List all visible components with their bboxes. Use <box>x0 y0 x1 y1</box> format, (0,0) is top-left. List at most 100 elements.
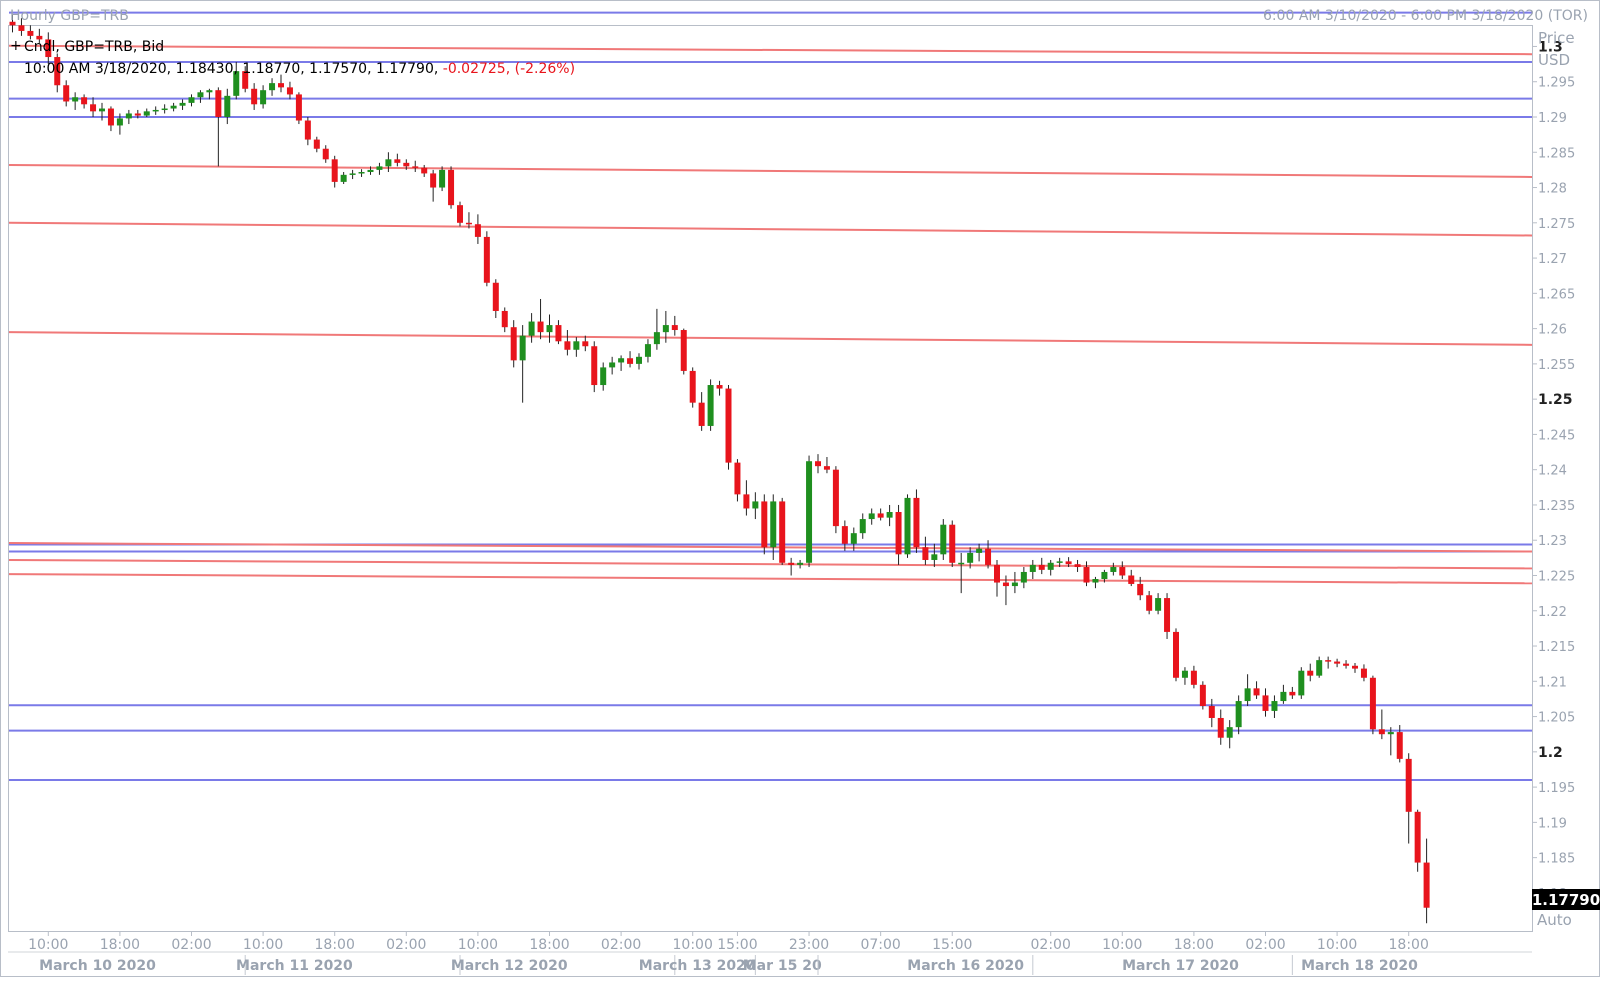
candle-body <box>1226 727 1233 738</box>
date-label: March 18 2020 <box>1301 958 1418 974</box>
candle <box>940 519 947 560</box>
candle-body <box>1423 862 1430 908</box>
candle-body <box>1253 688 1260 696</box>
price-tick-label: 1.29 <box>1538 111 1567 126</box>
date-label: March 12 2020 <box>451 958 568 974</box>
candle-body <box>1262 695 1269 711</box>
candle-body <box>313 139 320 149</box>
date-range: 6:00 AM 3/10/2020 - 6:00 PM 3/18/2020 (T… <box>1263 8 1588 24</box>
candle-body <box>707 385 714 426</box>
candle-body <box>976 548 983 553</box>
candle <box>832 466 839 534</box>
candle-body <box>278 83 284 88</box>
candle-body <box>537 321 544 333</box>
legend-series: Cndl, GBP=TRB, Bid <box>24 39 164 55</box>
auto-scale-button[interactable]: Auto <box>1537 911 1572 929</box>
candle-body <box>994 564 1000 583</box>
candle-body <box>1378 729 1385 735</box>
candle-body <box>1334 661 1341 664</box>
price-tick-label: 1.27 <box>1538 252 1567 267</box>
candle-body <box>367 169 374 173</box>
candle-body <box>1092 579 1099 583</box>
candle-body <box>1083 567 1090 583</box>
candle-body <box>322 148 329 160</box>
candle-body <box>483 236 490 283</box>
time-tick-label: 02:00 <box>1245 937 1285 953</box>
time-tick-label: 07:00 <box>860 937 900 953</box>
time-tick-label: 23:00 <box>789 937 829 953</box>
candle-body <box>197 92 204 98</box>
candle-body <box>170 105 177 109</box>
candle-body <box>1289 691 1296 696</box>
candle-body <box>215 90 222 117</box>
candle <box>779 497 786 565</box>
candle-body <box>27 30 34 36</box>
candle-body <box>1101 571 1108 580</box>
candle-body <box>886 512 893 518</box>
candle-body <box>510 327 517 361</box>
candle-body <box>734 462 741 495</box>
price-tick-label: 1.205 <box>1538 711 1575 726</box>
candle-body <box>555 325 562 342</box>
time-tick-label: 18:00 <box>1389 937 1429 953</box>
candle-body <box>1244 688 1251 702</box>
date-label: Mar 15 20 <box>743 958 822 974</box>
candle <box>725 385 732 470</box>
time-tick-label: 15:00 <box>932 937 972 953</box>
candle-body <box>1038 564 1045 570</box>
candle-body <box>1369 677 1376 730</box>
candle-body <box>421 167 428 174</box>
legend-ohlc: 10:00 AM 3/18/2020, 1.18430, 1.18770, 1.… <box>24 61 575 77</box>
candle-body <box>1011 582 1018 587</box>
legend-change: -0.02725, (-2.26%) <box>443 61 575 77</box>
candle-body <box>394 159 401 163</box>
candle-body <box>1173 631 1179 678</box>
time-tick-label: 18:00 <box>1174 937 1214 953</box>
candle-body <box>1110 567 1117 572</box>
candle-body <box>116 118 123 126</box>
candle-body <box>340 174 347 182</box>
candle-body <box>1029 564 1036 572</box>
candle-body <box>1396 732 1403 759</box>
candle-body <box>1405 758 1412 812</box>
candle-body <box>18 25 25 31</box>
candle-body <box>1002 582 1009 587</box>
candle <box>448 166 455 209</box>
candle-body <box>1128 575 1135 584</box>
price-axis-unit: USD <box>1538 51 1570 69</box>
candle-body <box>698 402 705 426</box>
candle-body <box>72 97 79 102</box>
last-price-label: 1.17790 <box>1532 891 1600 909</box>
price-tick-label: 1.25 <box>1538 392 1573 408</box>
candle <box>913 489 920 553</box>
price-tick-label: 1.265 <box>1538 287 1575 302</box>
candle-body <box>439 169 446 188</box>
candle-body <box>1208 705 1215 718</box>
candle-body <box>877 513 884 518</box>
candle-body <box>269 83 276 91</box>
candle-body <box>806 461 813 563</box>
candle-body <box>519 335 526 361</box>
price-tick-label: 1.285 <box>1538 146 1575 161</box>
candle-body <box>716 385 723 389</box>
candle <box>483 231 490 287</box>
candle-body <box>797 562 804 565</box>
candle-body <box>967 552 974 563</box>
candle <box>949 520 956 568</box>
candle-body <box>841 526 848 544</box>
price-axis-title: Price <box>1538 29 1575 47</box>
candle-body <box>81 97 88 105</box>
candlestick-chart[interactable]: 1.31.2951.291.2851.281.2751.271.2651.261… <box>0 0 1600 977</box>
price-tick-label: 1.275 <box>1538 217 1575 232</box>
candle-body <box>1199 684 1206 706</box>
candle-body <box>895 512 902 555</box>
candle-body <box>286 87 293 95</box>
time-tick-label: 10:00 <box>458 937 498 953</box>
price-tick-label: 1.255 <box>1538 358 1575 373</box>
candle-body <box>564 341 571 350</box>
candle-body <box>600 367 607 386</box>
candle <box>1414 809 1421 872</box>
candle-body <box>680 330 687 371</box>
chart-window: 1.3 1.295 1.29 1.285 1.28 1.275 1.27 1.265 1.26 1… <box>0 0 1600 977</box>
candle-body <box>815 461 821 467</box>
